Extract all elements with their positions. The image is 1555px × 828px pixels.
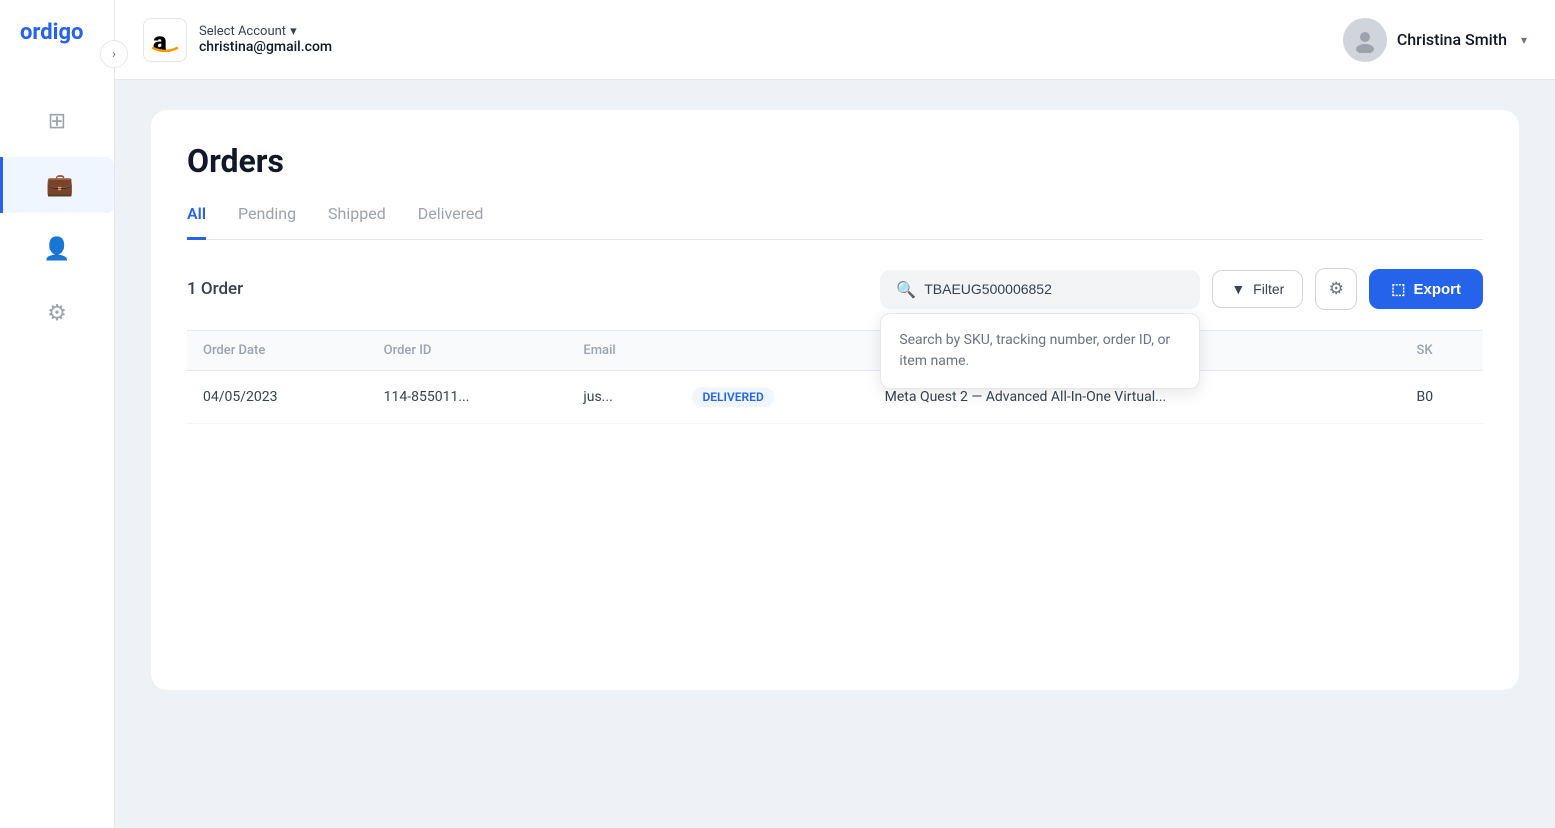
sidebar-nav: ⊞ 💼 👤 ⚙ — [0, 93, 114, 341]
orders-table: Order Date Order ID Email Item Name SK 0… — [187, 330, 1483, 424]
sidebar-item-settings[interactable]: ⚙ — [29, 285, 85, 341]
amazon-logo: a — [143, 18, 187, 62]
orders-tabs: All Pending Shipped Delivered — [187, 204, 1483, 240]
user-menu[interactable]: Christina Smith ▾ — [1343, 18, 1527, 62]
col-status — [676, 331, 868, 371]
col-sku: SK — [1401, 331, 1483, 371]
page-title: Orders — [187, 142, 1483, 180]
cell-email: jus... — [567, 371, 676, 424]
tab-delivered[interactable]: Delivered — [418, 204, 484, 240]
export-icon: ⬚ — [1391, 280, 1405, 298]
main-container: a Select Account ▾ christina@gmail.com — [115, 0, 1555, 828]
account-email: christina@gmail.com — [199, 39, 332, 55]
status-badge: DELIVERED — [692, 387, 773, 407]
table-header: Order Date Order ID Email Item Name SK — [187, 331, 1483, 371]
toolbar: 1 Order 🔍 Search by SKU, tracking number… — [187, 268, 1483, 310]
select-account-label: Select Account ▾ — [199, 24, 332, 39]
orders-icon: 💼 — [46, 173, 73, 198]
account-selector[interactable]: a Select Account ▾ christina@gmail.com — [143, 18, 332, 62]
user-name: Christina Smith — [1397, 30, 1507, 49]
cell-status: DELIVERED — [676, 371, 868, 424]
select-account-chevron: ▾ — [290, 24, 297, 39]
sidebar-item-users[interactable]: 👤 — [29, 221, 85, 277]
table-row[interactable]: 04/05/2023 114-855011... jus... DELIVERE… — [187, 371, 1483, 424]
gear-icon: ⚙ — [1329, 279, 1344, 299]
tab-shipped[interactable]: Shipped — [328, 204, 386, 240]
avatar — [1343, 18, 1387, 62]
search-wrapper: 🔍 Search by SKU, tracking number, order … — [880, 270, 1200, 309]
table-body: 04/05/2023 114-855011... jus... DELIVERE… — [187, 371, 1483, 424]
dashboard-icon: ⊞ — [48, 109, 66, 134]
account-info: Select Account ▾ christina@gmail.com — [199, 24, 332, 55]
tab-pending[interactable]: Pending — [238, 204, 296, 240]
filter-button[interactable]: ▼ Filter — [1212, 270, 1303, 308]
sidebar-item-orders[interactable]: 💼 — [0, 157, 114, 213]
col-email: Email — [567, 331, 676, 371]
search-icon: 🔍 — [896, 280, 916, 299]
filter-icon: ▼ — [1231, 281, 1245, 297]
orders-card: Orders All Pending Shipped Delivered 1 O… — [151, 110, 1519, 690]
user-chevron-icon: ▾ — [1521, 33, 1527, 47]
topbar: a Select Account ▾ christina@gmail.com — [115, 0, 1555, 80]
cell-sku: B0 — [1401, 371, 1483, 424]
tab-all[interactable]: All — [187, 204, 206, 240]
column-settings-button[interactable]: ⚙ — [1315, 268, 1357, 310]
sidebar-item-dashboard[interactable]: ⊞ — [29, 93, 85, 149]
search-container[interactable]: 🔍 — [880, 270, 1200, 309]
col-order-date: Order Date — [187, 331, 368, 371]
page-content: Orders All Pending Shipped Delivered 1 O… — [115, 80, 1555, 828]
search-input[interactable] — [924, 281, 1184, 297]
settings-icon: ⚙ — [47, 301, 67, 326]
col-order-id: Order ID — [368, 331, 568, 371]
cell-order-date: 04/05/2023 — [187, 371, 368, 424]
search-tooltip: Search by SKU, tracking number, order ID… — [880, 313, 1200, 389]
export-button[interactable]: ⬚ Export — [1369, 269, 1483, 309]
cell-order-id: 114-855011... — [368, 371, 568, 424]
sidebar: ordigo › ⊞ 💼 👤 ⚙ — [0, 0, 115, 828]
brand-logo: ordigo — [0, 20, 83, 45]
sidebar-expand-button[interactable]: › — [100, 40, 128, 68]
users-icon: 👤 — [43, 237, 70, 262]
order-count: 1 Order — [187, 279, 243, 299]
